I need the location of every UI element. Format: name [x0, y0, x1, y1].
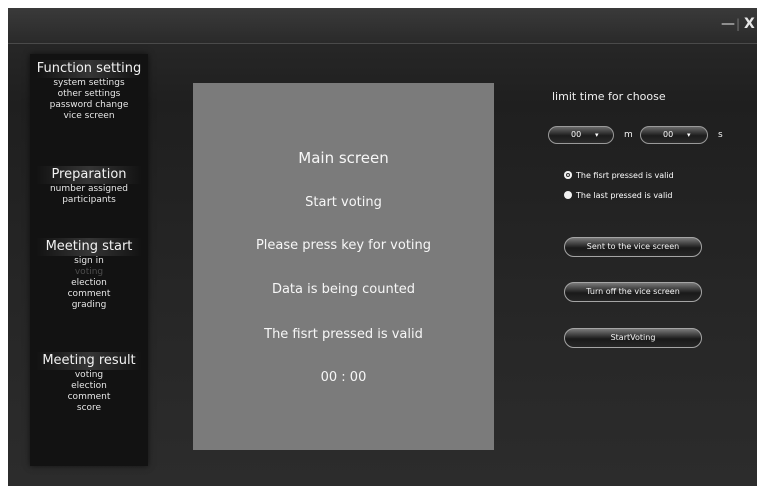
sidebar-item-other-settings[interactable]: other settings — [30, 89, 148, 100]
sidebar-item-participants[interactable]: participants — [30, 195, 148, 206]
main-screen-title: Main screen — [298, 149, 389, 167]
sidebar-menu: Function setting system settings other s… — [30, 54, 148, 466]
radio-unchecked-icon[interactable] — [564, 191, 572, 199]
sidebar-title-meeting-result[interactable]: Meeting result — [36, 352, 142, 370]
main-screen-press-key: Please press key for voting — [255, 238, 432, 253]
minutes-select[interactable]: 00 ▾ — [548, 126, 614, 144]
send-to-vice-screen-button[interactable]: Sent to the vice screen — [564, 237, 702, 257]
main-screen-start-voting: Start voting — [305, 195, 382, 210]
voting-control-panel: limit time for choose 00 ▾ m 00 ▾ s The … — [548, 88, 748, 388]
sidebar-item-grading[interactable]: grading — [30, 300, 148, 311]
radio-first-pressed-valid[interactable]: The fisrt pressed is valid — [564, 170, 674, 182]
sidebar-item-result-election[interactable]: election — [30, 381, 148, 392]
sidebar-section-preparation: Preparation number assigned participants — [30, 166, 148, 206]
sidebar-item-system-settings[interactable]: system settings — [30, 78, 148, 89]
sidebar-item-number-assigned[interactable]: number assigned — [30, 184, 148, 195]
radio-first-label: The fisrt pressed is valid — [576, 171, 674, 180]
turn-off-vice-screen-button[interactable]: Turn off the vice screen — [564, 282, 702, 302]
sidebar-item-sign-in[interactable]: sign in — [30, 256, 148, 267]
limit-time-label: limit time for choose — [552, 90, 666, 103]
sidebar-item-vice-screen[interactable]: vice screen — [30, 111, 148, 122]
seconds-select[interactable]: 00 ▾ — [640, 126, 708, 144]
sidebar-item-result-score[interactable]: score — [30, 403, 148, 414]
chevron-down-icon[interactable]: ▾ — [595, 127, 599, 143]
sidebar-section-meeting-start: Meeting start sign in voting election co… — [30, 238, 148, 311]
minutes-unit-label: m — [624, 130, 633, 140]
main-screen-data-counted: Data is being counted — [271, 282, 416, 297]
seconds-unit-label: s — [718, 130, 723, 140]
minimize-button[interactable]: — — [721, 14, 735, 34]
main-screen-timer: 00 : 00 — [320, 370, 367, 385]
minutes-value: 00 — [571, 130, 582, 139]
sidebar-title-meeting-start[interactable]: Meeting start — [36, 238, 142, 256]
radio-last-pressed-valid[interactable]: The last pressed is valid — [564, 190, 672, 202]
title-bar: — | X — [8, 8, 757, 44]
start-voting-button[interactable]: StartVoting — [564, 328, 702, 348]
main-screen-panel: Main screen Start voting Please press ke… — [193, 83, 494, 450]
seconds-value: 00 — [663, 130, 674, 139]
radio-last-label: The last pressed is valid — [576, 191, 673, 200]
close-button[interactable]: X — [744, 14, 755, 34]
app-window: — | X Function setting system settings o… — [8, 8, 757, 486]
sidebar-item-password-change[interactable]: password change — [30, 100, 148, 111]
sidebar-item-comment[interactable]: comment — [30, 289, 148, 300]
sidebar-title-preparation[interactable]: Preparation — [36, 166, 142, 184]
sidebar-title-function-setting[interactable]: Function setting — [36, 60, 142, 78]
sidebar-section-meeting-result: Meeting result voting election comment s… — [30, 352, 148, 414]
sidebar-item-election[interactable]: election — [30, 278, 148, 289]
sidebar-section-function-setting: Function setting system settings other s… — [30, 60, 148, 122]
sidebar-item-voting-active[interactable]: voting — [30, 267, 148, 278]
sidebar-item-result-voting[interactable]: voting — [30, 370, 148, 381]
chevron-down-icon[interactable]: ▾ — [687, 127, 691, 143]
window-control-separator: | — [736, 17, 741, 31]
radio-checked-icon[interactable] — [564, 171, 572, 179]
main-screen-first-valid: The fisrt pressed is valid — [264, 327, 423, 342]
sidebar-item-result-comment[interactable]: comment — [30, 392, 148, 403]
